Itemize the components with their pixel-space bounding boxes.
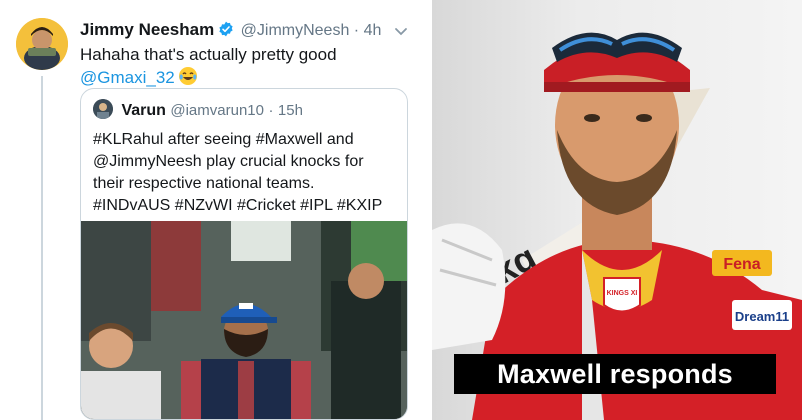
verified-badge-icon [218,21,234,42]
caption-banner: Maxwell responds [454,354,776,394]
author-handle[interactable]: @JimmyNeesh [241,22,350,39]
quoted-text-line: @JimmyNeesh play crucial knocks for [93,153,364,170]
quoted-text-line: #KLRahul after seeing #Maxwell and [93,131,354,148]
thread-line [41,76,43,420]
quoted-tweet-header: Varun @iamvarun10 · 15h [93,99,303,121]
svg-text:KINGS XI: KINGS XI [607,290,638,297]
quoted-tweet-timestamp[interactable]: 15h [278,102,303,119]
svg-text:Fena: Fena [723,256,760,273]
quoted-tweet-card[interactable]: Varun @iamvarun10 · 15h #KLRahul after s… [80,88,408,420]
tweet-text: Hahaha that's actually pretty good @Gmax… [80,44,410,92]
svg-text:Dream11: Dream11 [735,309,789,324]
quoted-author-avatar[interactable] [93,99,113,119]
quoted-tweet-photo[interactable] [81,221,407,419]
quoted-tweet-text: #KLRahul after seeing #Maxwell and @Jimm… [93,129,401,217]
quoted-text-line: their respective national teams. [93,175,315,192]
mention-link[interactable]: @Gmaxi_32 [80,68,175,87]
author-name[interactable]: Jimmy Neesham [80,20,214,39]
quoted-text-line: #INDvAUS #NZvWI #Cricket #IPL #KXIP [93,197,383,214]
separator-dot: · [268,102,274,119]
quoted-author-handle[interactable]: @iamvarun10 [170,102,264,119]
tweet-header: Jimmy Neesham @JimmyNeesh · 4h [80,20,410,42]
quoted-author-name[interactable]: Varun [121,102,165,119]
tweet-timestamp[interactable]: 4h [364,22,382,39]
tweet-text-line: Hahaha that's actually pretty good [80,45,337,64]
author-avatar[interactable] [16,18,68,70]
separator-dot: · [353,22,360,39]
chevron-down-icon[interactable] [392,22,410,40]
tweet-panel: Jimmy Neesham @JimmyNeesh · 4h Hahaha th… [0,0,432,420]
